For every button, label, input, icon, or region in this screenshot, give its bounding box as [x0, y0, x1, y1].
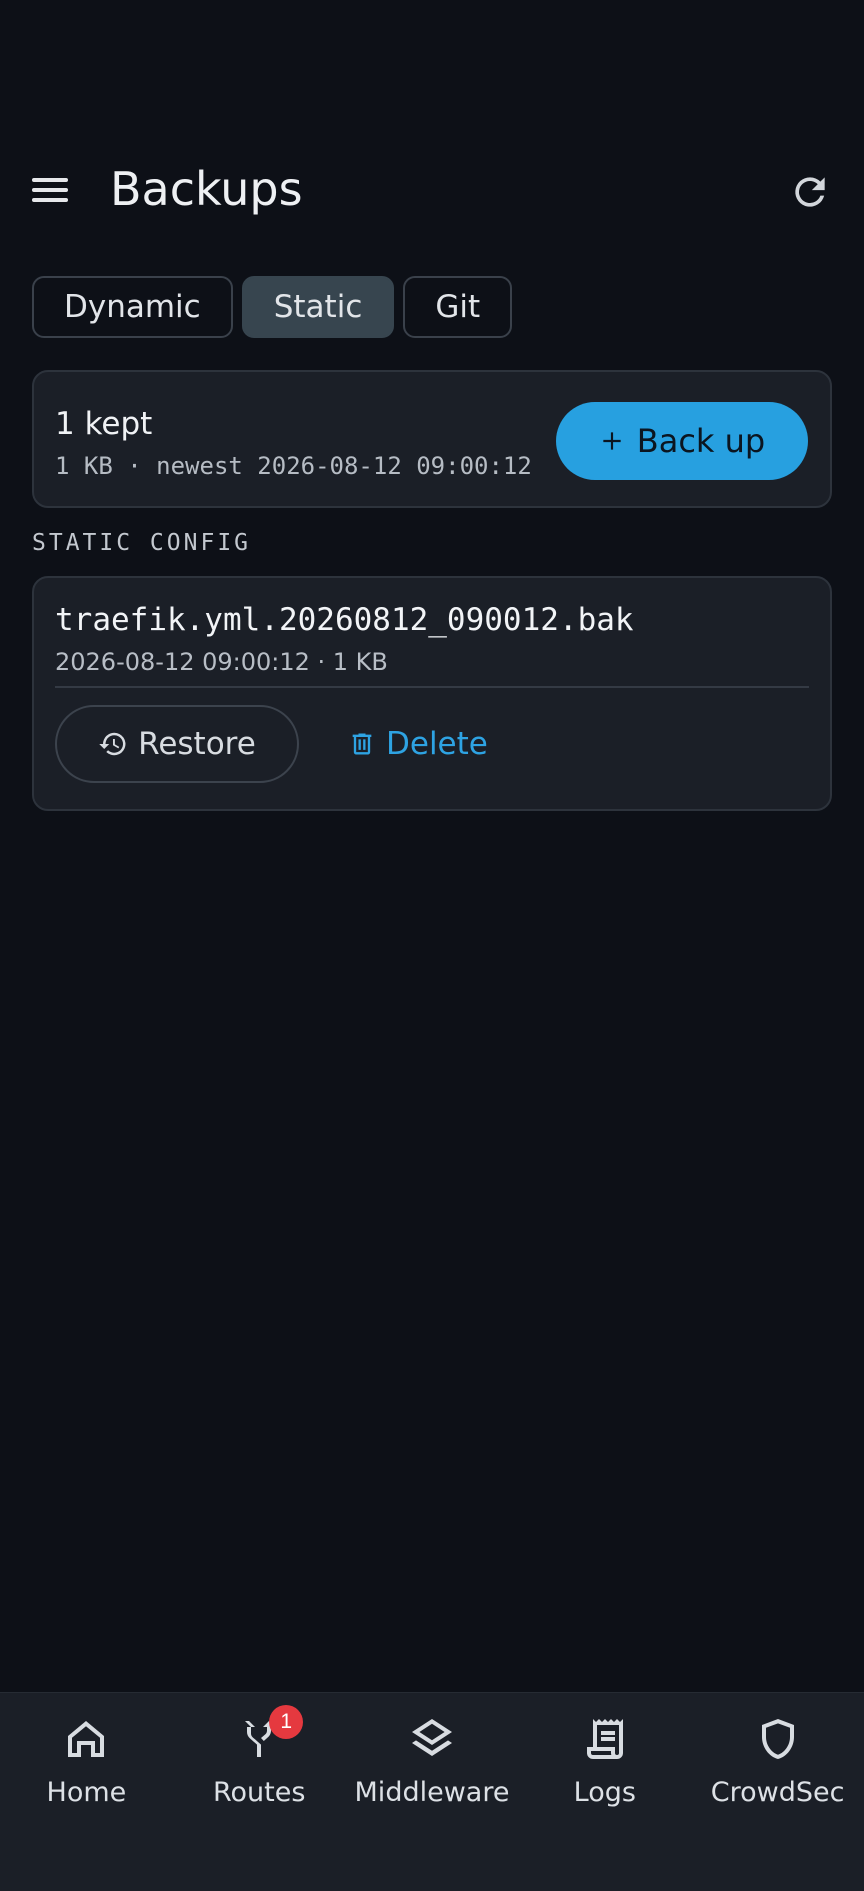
nav-label-logs: Logs [573, 1777, 636, 1808]
page-title: Backups [110, 162, 303, 216]
restore-button[interactable]: Restore [55, 705, 299, 783]
back-up-label: Back up [636, 422, 766, 460]
bottom-navigation: Home 1 Routes Middleware Logs CrowdSec [0, 1692, 864, 1891]
trash-icon [352, 733, 372, 755]
back-up-button[interactable]: Back up [556, 402, 808, 480]
backup-file-name: traefik.yml.20260812_090012.bak [55, 602, 634, 638]
tab-static[interactable]: Static [241, 276, 395, 338]
plus-icon [603, 432, 621, 450]
hamburger-menu-icon [32, 178, 68, 182]
history-icon [99, 732, 126, 756]
routes-badge: 1 [269, 1705, 304, 1739]
divider [55, 686, 809, 688]
delete-button[interactable]: Delete [334, 705, 502, 783]
logs-icon [586, 1719, 623, 1759]
nav-item-routes[interactable]: 1 Routes [173, 1693, 346, 1891]
nav-label-routes: Routes [212, 1777, 306, 1808]
section-label: STATIC CONFIG [32, 530, 252, 556]
nav-label-home: Home [46, 1777, 127, 1808]
nav-item-crowdsec[interactable]: CrowdSec [691, 1693, 864, 1891]
tab-git[interactable]: Git [403, 276, 513, 338]
refresh-icon [795, 177, 825, 207]
tab-dynamic[interactable]: Dynamic [32, 276, 233, 338]
home-icon [68, 1721, 105, 1757]
backup-file-card: traefik.yml.20260812_090012.bak 2026-08-… [32, 576, 832, 811]
shield-icon [761, 1719, 794, 1759]
backup-file-meta: 2026-08-12 09:00:12 · 1 KB [55, 648, 388, 676]
backup-type-tabs: Dynamic Static Git [32, 276, 513, 338]
restore-label: Restore [138, 726, 256, 762]
layers-icon [411, 1719, 452, 1756]
app-root: Backups Dynamic Static Git 1 kept 1 KB ·… [0, 0, 864, 1891]
nav-item-home[interactable]: Home [0, 1693, 173, 1891]
delete-label: Delete [386, 726, 488, 762]
nav-label-crowdsec: CrowdSec [710, 1777, 845, 1808]
nav-item-middleware[interactable]: Middleware [346, 1693, 519, 1891]
app-header: Backups [0, 150, 864, 230]
refresh-button[interactable] [788, 170, 832, 214]
kept-count: 1 kept [55, 406, 153, 442]
nav-item-logs[interactable]: Logs [518, 1693, 691, 1891]
menu-button[interactable] [32, 172, 80, 208]
nav-label-middleware: Middleware [354, 1777, 510, 1808]
summary-meta: 1 KB · newest 2026-08-12 09:00:12 [55, 452, 532, 480]
backup-summary-card: 1 kept 1 KB · newest 2026-08-12 09:00:12… [32, 370, 832, 508]
